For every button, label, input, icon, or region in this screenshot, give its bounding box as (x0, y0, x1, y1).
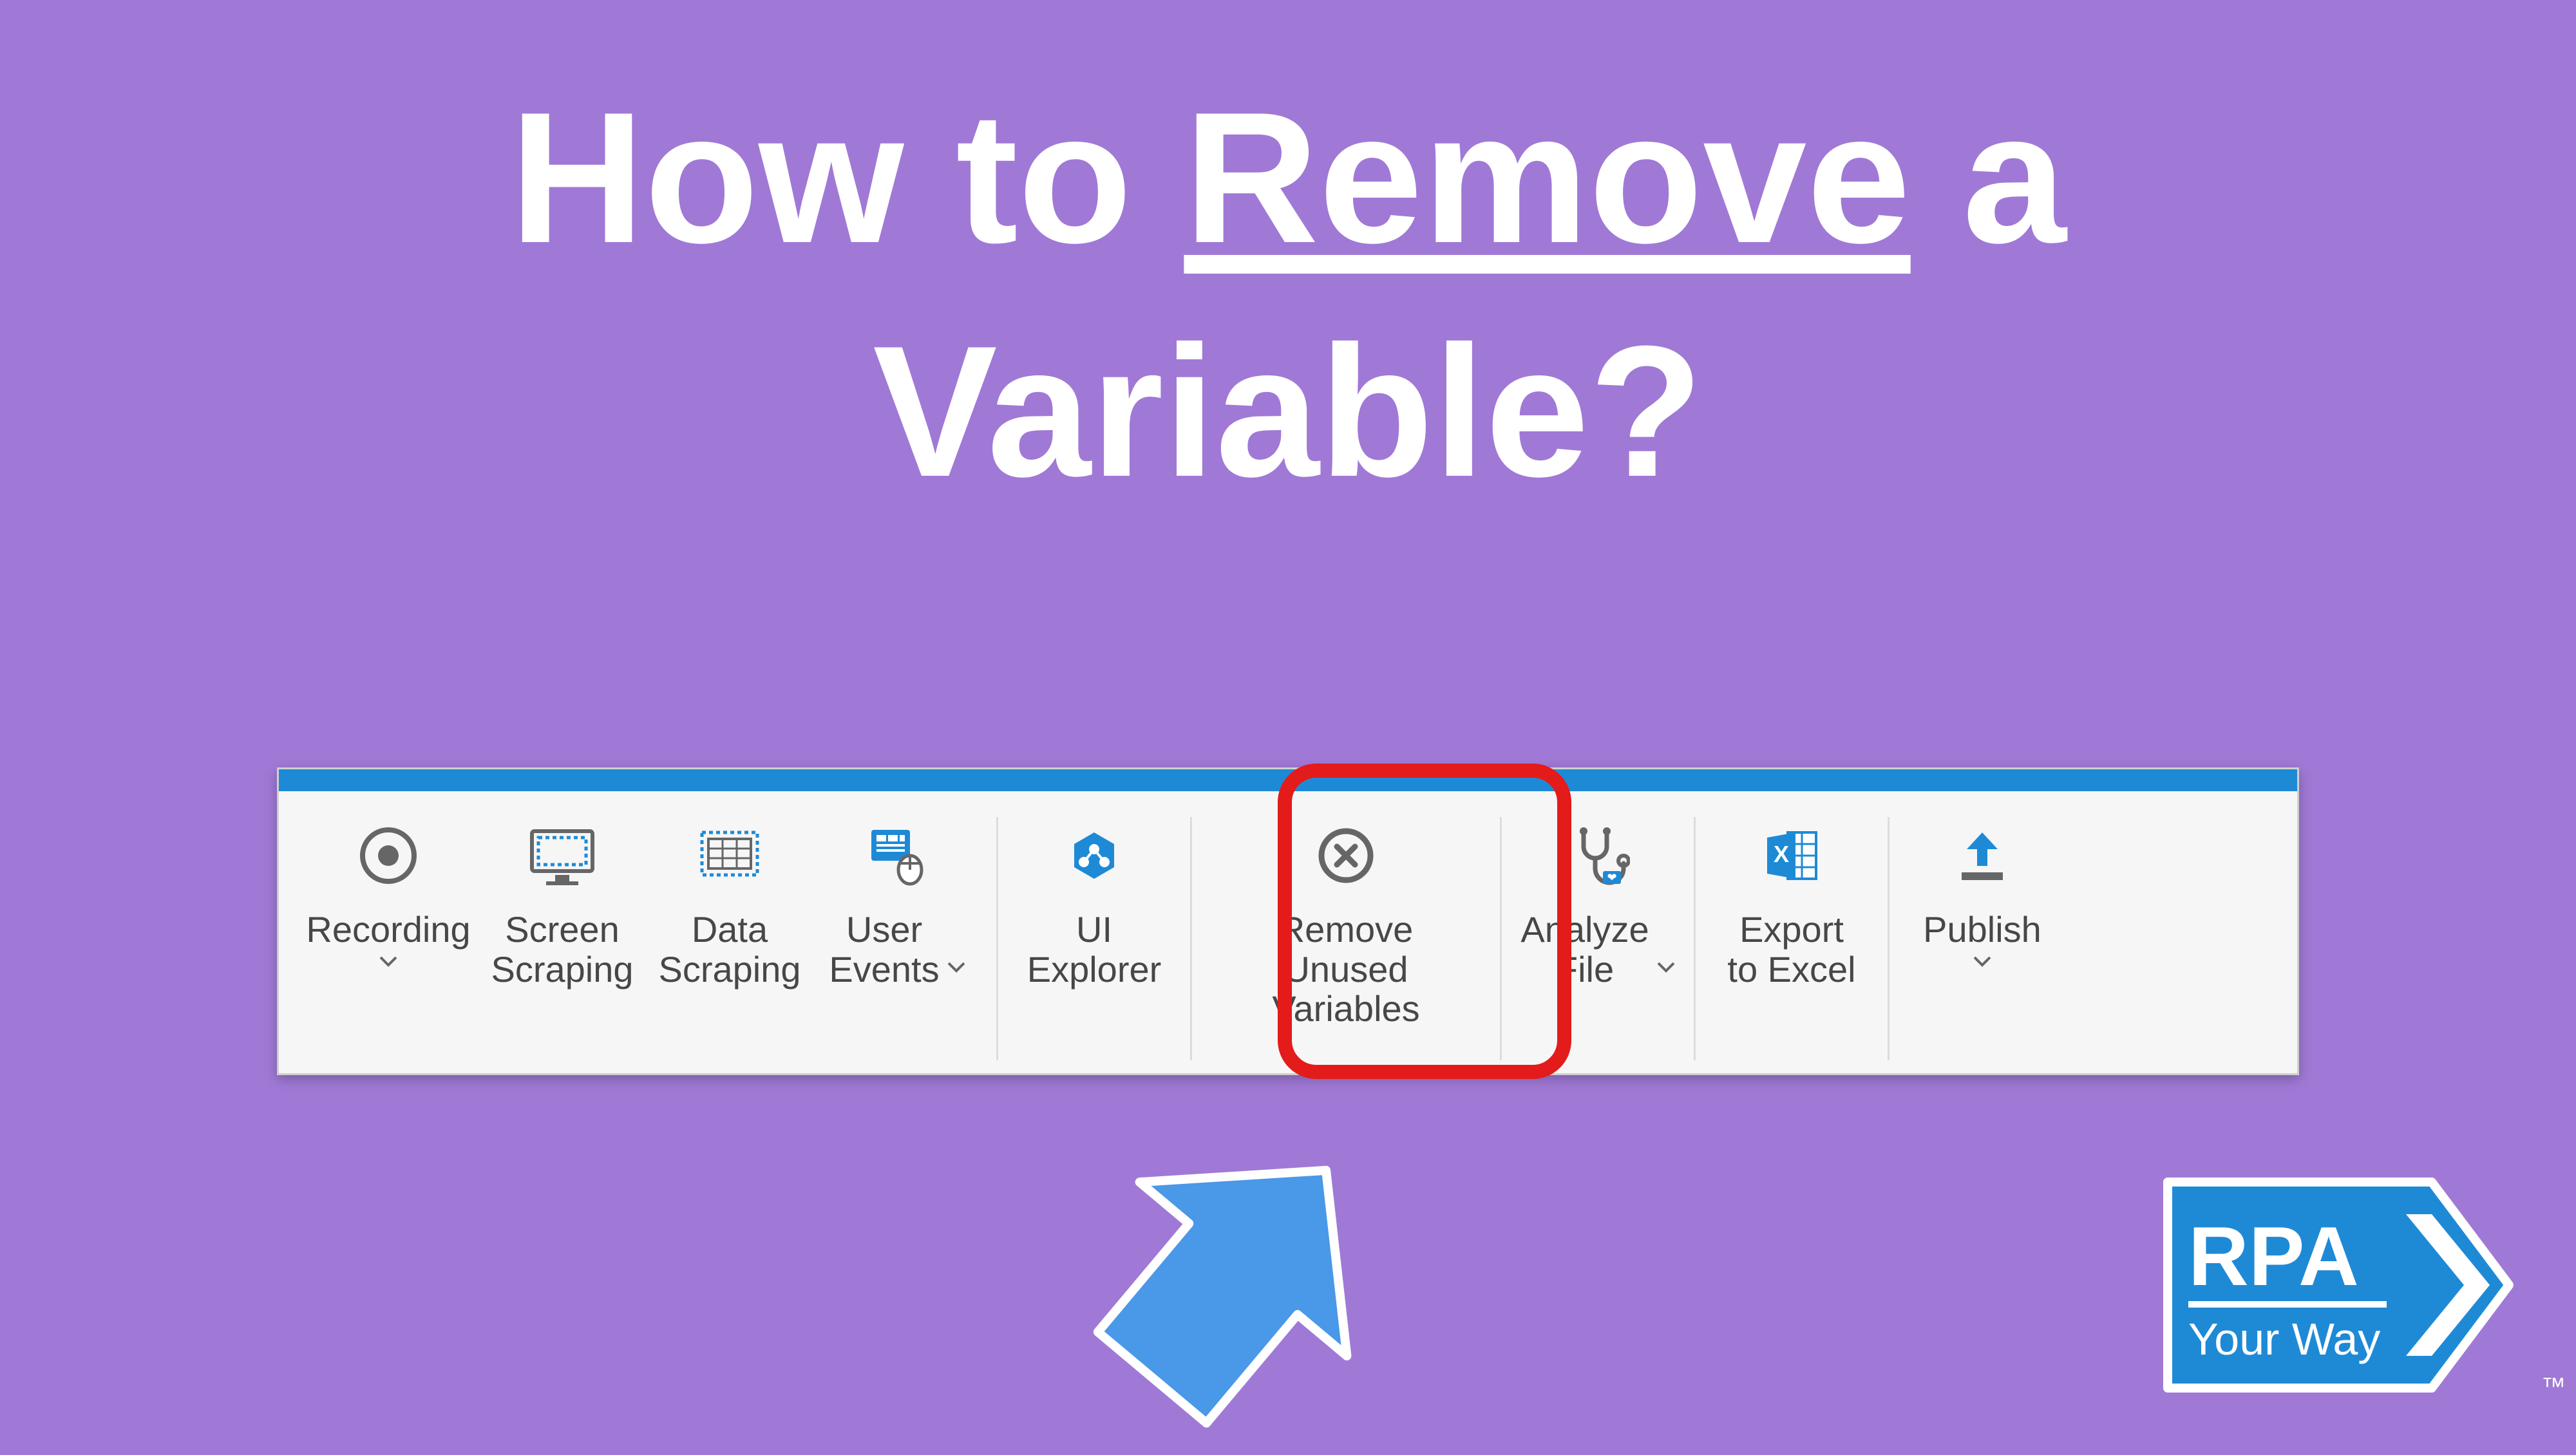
title-underlined: Remove (1184, 73, 1910, 282)
separator (996, 817, 998, 1060)
data-scraping-button[interactable]: Data Scraping (646, 817, 813, 989)
title-suffix: a (1911, 73, 2067, 282)
svg-text:RPA: RPA (2188, 1209, 2359, 1303)
user-events-label: User Events (829, 910, 939, 989)
excel-icon: X (1753, 817, 1830, 894)
rpa-your-way-logo: RPA Your Way (2161, 1176, 2522, 1394)
ui-explorer-label: UI Explorer (1027, 910, 1162, 989)
close-circle-icon (1307, 817, 1385, 894)
slide-title: How to Remove a Variable? (0, 61, 2576, 528)
chevron-down-icon (379, 956, 397, 968)
separator (1190, 817, 1192, 1060)
pointer-arrow-icon (1005, 1094, 1455, 1455)
ribbon-top-bar (279, 769, 2297, 791)
chevron-down-icon (947, 962, 965, 973)
svg-text:Your Way: Your Way (2188, 1314, 2380, 1364)
ui-explorer-button[interactable]: UI Explorer (1014, 817, 1175, 989)
ui-explorer-icon (1056, 817, 1133, 894)
publish-button[interactable]: Publish (1905, 817, 2060, 968)
remove-unused-variables-button[interactable]: Remove Unused Variables (1208, 817, 1484, 1029)
table-select-icon (691, 817, 768, 894)
separator (1694, 817, 1696, 1060)
analyze-file-label: Analyze File (1520, 910, 1649, 989)
publish-label: Publish (1923, 910, 2041, 950)
monitor-icon (524, 817, 601, 894)
svg-text:❤: ❤ (1607, 871, 1616, 884)
chevron-down-icon (1657, 962, 1675, 973)
separator (1500, 817, 1502, 1060)
data-scraping-label: Data Scraping (658, 910, 800, 989)
ribbon-body: Recording Screen Scraping (279, 791, 2297, 1073)
title-prefix: How to (509, 73, 1184, 282)
svg-text:X: X (1774, 841, 1789, 867)
record-icon (350, 817, 427, 894)
screen-scraping-label: Screen Scraping (491, 910, 633, 989)
title-line2: Variable? (0, 295, 2576, 529)
export-to-excel-label: Export to Excel (1727, 910, 1855, 989)
analyze-file-button[interactable]: ❤ Analyze File (1517, 817, 1678, 989)
trademark-symbol: ™ (2541, 1373, 2566, 1401)
user-events-button[interactable]: User Events (813, 817, 981, 989)
upload-icon (1944, 817, 2021, 894)
recording-label: Recording (306, 910, 470, 950)
remove-unused-variables-label: Remove Unused Variables (1218, 910, 1474, 1029)
recording-button[interactable]: Recording (298, 817, 478, 968)
chevron-down-icon (1973, 956, 1991, 968)
export-to-excel-button[interactable]: X Export to Excel (1711, 817, 1872, 989)
user-events-icon (858, 817, 936, 894)
separator (1888, 817, 1889, 1060)
stethoscope-icon: ❤ (1559, 817, 1636, 894)
screen-scraping-button[interactable]: Screen Scraping (478, 817, 646, 989)
ribbon-toolbar: Recording Screen Scraping (277, 767, 2299, 1075)
